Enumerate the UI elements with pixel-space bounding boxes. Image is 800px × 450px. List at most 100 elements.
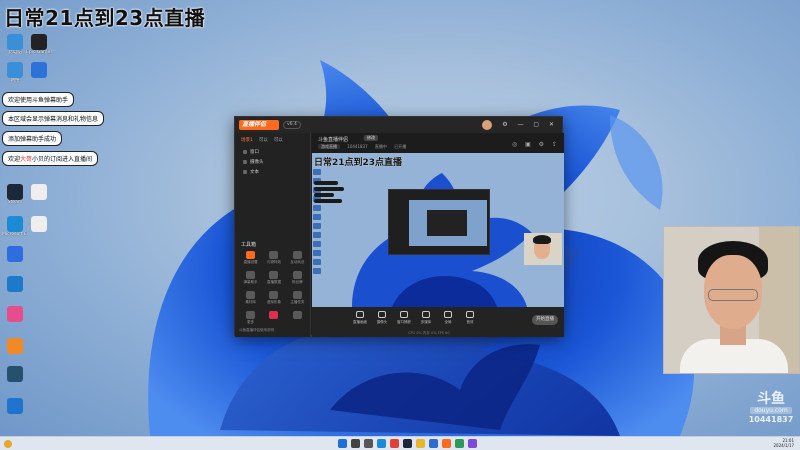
edge-icon[interactable] [377, 439, 386, 448]
add-camera-button[interactable]: 摄像头 [372, 311, 392, 325]
room-id-watermark: 10441837 [748, 415, 794, 424]
tool-item[interactable]: 直播设置 [239, 251, 262, 265]
tab-scene-1[interactable]: 场景1 [241, 137, 253, 143]
steam-icon[interactable] [403, 439, 412, 448]
eye-icon[interactable] [243, 170, 247, 174]
left-panel: 场景1 可以 可以 窗口 摄像头 文本 工具箱 直播设置 礼物特效 互动玩法 弹幕助手… [235, 133, 311, 337]
start-stream-button[interactable]: 开始直播 [532, 315, 558, 325]
desktop-icon[interactable] [2, 338, 28, 354]
broadcast-status: 已开播 [394, 144, 407, 149]
source-label: 摄像头 [250, 160, 264, 165]
desktop-icon[interactable]: Steam [2, 184, 28, 205]
eye-icon[interactable] [243, 150, 247, 154]
system-clock[interactable]: 21:01 2024/1/17 [773, 438, 794, 448]
tool-label: 直播数据 [266, 280, 281, 284]
app-icon [31, 216, 47, 232]
chat-message: 添加弹幕助手成功 [2, 131, 63, 146]
left-footer[interactable]: 斗鱼直播伴侣使用说明 [239, 328, 274, 333]
room-title: 斗鱼直播伴侣 [318, 137, 349, 143]
tool-item[interactable] [262, 311, 285, 325]
tool-item[interactable]: 虚拟形象 [262, 291, 285, 305]
category-tag[interactable]: 游戏直播 [318, 144, 340, 149]
add-screen-button[interactable]: 直播画面 [350, 311, 370, 325]
tool-icon [269, 291, 279, 299]
live-status: 直播中 [374, 144, 387, 149]
tool-item[interactable]: 粉丝牌 [286, 271, 309, 285]
source-item[interactable]: 文本 [235, 167, 310, 177]
task-view-icon[interactable] [364, 439, 373, 448]
desktop-icon[interactable] [2, 306, 28, 322]
source-item[interactable]: 摄像头 [235, 157, 310, 167]
desktop-icon[interactable]: 网络 [2, 62, 28, 83]
tool-icon [269, 271, 279, 279]
webcam-feed [663, 226, 800, 374]
tab-scene-2[interactable]: 可以 [259, 137, 268, 143]
eye-icon[interactable] [243, 160, 247, 164]
chat-text: 欢迎 [8, 156, 21, 163]
desktop-icon[interactable]: Epic Games Launcher [26, 34, 52, 55]
app2-icon[interactable] [442, 439, 451, 448]
windows-icon[interactable] [338, 439, 347, 448]
edit-room-button[interactable]: 修改 [364, 135, 378, 141]
app-titlebar[interactable]: 直播伴侣 v6.4 ⚙ — ▢ ✕ [235, 117, 562, 133]
stream-schedule-title: 日常21点到23点直播 [4, 6, 206, 30]
user-avatar[interactable] [482, 120, 492, 130]
desktop-icon[interactable] [2, 366, 28, 382]
global-button[interactable]: 全局 [438, 311, 458, 325]
bottom-toolbar: 直播画面 摄像头 窗口捕获 多媒体 全局 音效 开始直播 CPU 0% 内存 0… [312, 307, 564, 337]
tool-icon [292, 251, 302, 259]
tool-item[interactable]: 素材库 [239, 291, 262, 305]
tool-icon [246, 311, 256, 319]
app1-icon[interactable] [429, 439, 438, 448]
main-panel: 斗鱼直播伴侣 修改 游戏直播 10441837 直播中 已开播 ◎ ▣ ⚙ ⇪ … [312, 133, 564, 337]
watermark-site: douyu.com [750, 407, 792, 414]
tool-icon [292, 271, 302, 279]
source-item[interactable]: 窗口 [235, 147, 310, 157]
stream-preview[interactable]: 日常21点到23点直播 [312, 153, 564, 307]
desktop-icon[interactable]: Microsoft Edge [2, 216, 28, 237]
window-controls[interactable]: ⚙ — ▢ ✕ [502, 121, 558, 128]
desktop-icon[interactable] [2, 246, 28, 262]
add-media-button[interactable]: 多媒体 [416, 311, 436, 325]
app-icon [31, 184, 47, 200]
desktop-icon[interactable] [26, 62, 52, 78]
desktop-icon-label: Microsoft Edge [2, 232, 28, 237]
tool-item[interactable]: 礼物特效 [262, 251, 285, 265]
chrome-icon[interactable] [390, 439, 399, 448]
search-icon[interactable] [351, 439, 360, 448]
explorer-icon[interactable] [416, 439, 425, 448]
taskbar: 21:01 2024/1/17 [0, 436, 800, 450]
app-icon [7, 306, 23, 322]
version-badge[interactable]: v6.4 [283, 121, 301, 129]
tool-item[interactable]: 弹幕助手 [239, 271, 262, 285]
tool-item[interactable]: 直播数据 [262, 271, 285, 285]
streaming-app-window[interactable]: 直播伴侣 v6.4 ⚙ — ▢ ✕ 场景1 可以 可以 窗口 摄像头 文本 工具… [234, 116, 564, 337]
weather-icon[interactable] [4, 440, 12, 448]
add-window-button[interactable]: 窗口捕获 [394, 311, 414, 325]
header-tools[interactable]: ◎ ▣ ⚙ ⇪ [512, 141, 560, 148]
tool-label: 互动玩法 [290, 260, 305, 264]
desktop-icon[interactable] [26, 216, 52, 232]
desktop-icon[interactable] [2, 276, 28, 292]
tool-label: 素材库 [245, 300, 256, 304]
desktop-icon[interactable]: 此电脑 [2, 34, 28, 55]
preview-chat-line [314, 181, 338, 185]
tool-item[interactable] [286, 311, 309, 325]
app-icon [7, 276, 23, 292]
tool-item[interactable]: 主播任务 [286, 291, 309, 305]
app4-icon[interactable] [468, 439, 477, 448]
room-meta: 游戏直播 10441837 直播中 已开播 [318, 144, 412, 150]
desktop-icon[interactable] [26, 184, 52, 200]
app3-icon[interactable] [455, 439, 464, 448]
douyu-watermark: 斗鱼 douyu.com 10441837 [744, 392, 798, 424]
tool-item[interactable]: 互动玩法 [286, 251, 309, 265]
app-icon [7, 216, 23, 232]
tool-item[interactable]: 更多 [239, 311, 262, 325]
tab-scene-3[interactable]: 可以 [274, 137, 283, 143]
status-line: CPU 0% 内存 0% FPS 60 [408, 331, 450, 335]
chat-text: 小贝的订阅进入直播间 [32, 156, 93, 163]
preview-chat-line [314, 187, 344, 191]
desktop-icon[interactable] [2, 398, 28, 414]
tool-label: 礼物特效 [266, 260, 281, 264]
audio-button[interactable]: 音效 [460, 311, 480, 325]
